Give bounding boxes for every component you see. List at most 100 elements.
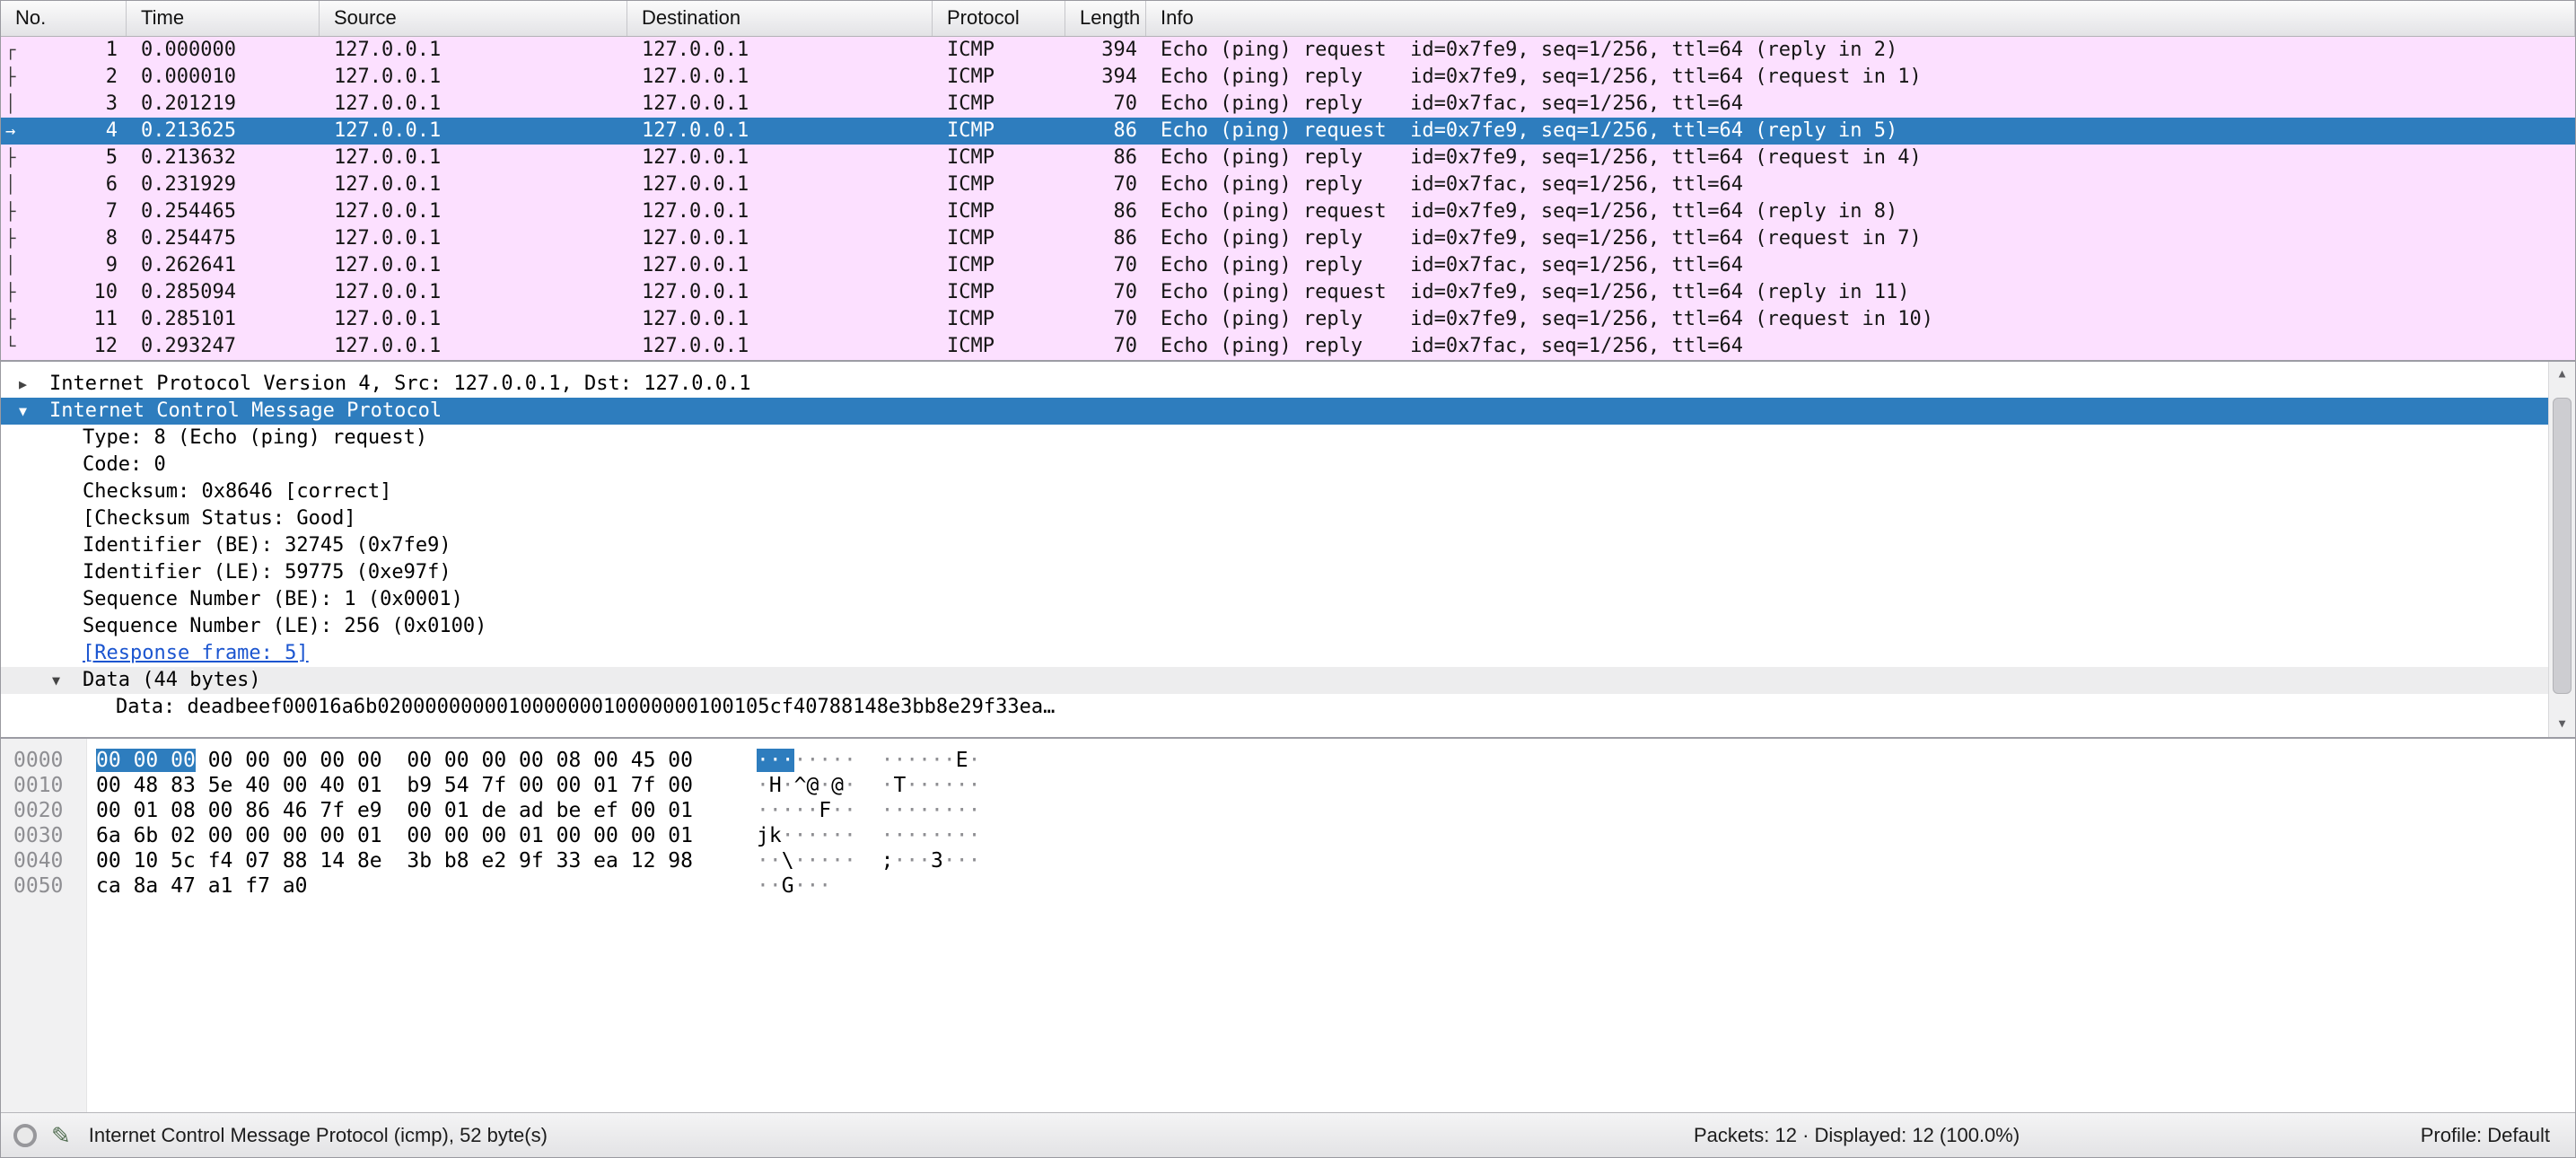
hex-byte[interactable]: 00: [668, 774, 693, 797]
hex-byte[interactable]: 10: [134, 849, 159, 873]
scroll-up-icon[interactable]: ▲: [2549, 362, 2575, 387]
hex-byte[interactable]: 00: [320, 824, 345, 847]
detail-tree-item[interactable]: Sequence Number (LE): 256 (0x0100): [1, 613, 2575, 640]
hex-byte[interactable]: 00: [134, 749, 159, 772]
ascii-column[interactable]: ·····F·· ········: [757, 798, 980, 823]
hex-byte[interactable]: 00: [407, 799, 432, 822]
hex-byte[interactable]: 7f: [481, 774, 506, 797]
hex-byte[interactable]: f7: [245, 874, 270, 898]
hex-byte[interactable]: 00: [481, 749, 506, 772]
detail-tree-item[interactable]: Code: 0: [1, 452, 2575, 478]
hex-byte[interactable]: 5c: [171, 849, 196, 873]
hex-byte[interactable]: 40: [320, 774, 345, 797]
detail-tree-item[interactable]: Checksum: 0x8646 [correct]: [1, 478, 2575, 505]
detail-tree-item[interactable]: Identifier (BE): 32745 (0x7fe9): [1, 532, 2575, 559]
packet-row[interactable]: │90.262641127.0.0.1127.0.0.1ICMP70Echo (…: [1, 252, 2575, 279]
hex-byte[interactable]: 83: [171, 774, 196, 797]
hex-byte[interactable]: 33: [556, 849, 582, 873]
expert-info-icon[interactable]: [13, 1124, 37, 1147]
hex-byte[interactable]: ad: [519, 799, 544, 822]
packet-row[interactable]: │30.201219127.0.0.1127.0.0.1ICMP70Echo (…: [1, 91, 2575, 118]
hex-byte[interactable]: 07: [245, 849, 270, 873]
hex-byte[interactable]: 00: [556, 824, 582, 847]
packet-row[interactable]: ├50.213632127.0.0.1127.0.0.1ICMP86Echo (…: [1, 145, 2575, 171]
column-header-info[interactable]: Info: [1146, 1, 2575, 36]
hex-row[interactable]: 0050ca 8a 47 a1 f7 a0··G···: [1, 873, 2575, 899]
hex-row[interactable]: 000000 00 00 00 00 00 00 00 00 00 00 00 …: [1, 748, 2575, 773]
packet-row[interactable]: ├70.254465127.0.0.1127.0.0.1ICMP86Echo (…: [1, 198, 2575, 225]
packet-row[interactable]: └120.293247127.0.0.1127.0.0.1ICMP70Echo …: [1, 333, 2575, 360]
expanded-expander-icon[interactable]: ▼: [19, 398, 49, 425]
hex-byte[interactable]: 8a: [134, 874, 159, 898]
hex-byte[interactable]: 00: [357, 749, 382, 772]
packet-row[interactable]: ├100.285094127.0.0.1127.0.0.1ICMP70Echo …: [1, 279, 2575, 306]
hex-byte[interactable]: 08: [556, 749, 582, 772]
hex-byte[interactable]: 00: [171, 749, 196, 772]
hex-byte[interactable]: f4: [208, 849, 233, 873]
hex-byte[interactable]: 00: [96, 749, 121, 772]
hex-byte[interactable]: 14: [320, 849, 345, 873]
hex-byte[interactable]: 00: [444, 824, 469, 847]
hex-byte[interactable]: 00: [96, 799, 121, 822]
hex-row[interactable]: 00306a 6b 02 00 00 00 00 01 00 00 00 01 …: [1, 823, 2575, 848]
hex-byte[interactable]: 5e: [208, 774, 233, 797]
hex-byte[interactable]: 7f: [320, 799, 345, 822]
hex-byte[interactable]: 88: [283, 849, 308, 873]
hex-byte[interactable]: de: [481, 799, 506, 822]
ascii-column[interactable]: ··G···: [757, 873, 831, 899]
response-frame-link[interactable]: [Response frame: 5]: [1, 640, 2575, 667]
hex-byte[interactable]: 46: [283, 799, 308, 822]
hex-byte[interactable]: 00: [481, 824, 506, 847]
column-header-length[interactable]: Length: [1065, 1, 1146, 36]
hex-byte[interactable]: 00: [593, 749, 618, 772]
hex-byte[interactable]: 00: [556, 774, 582, 797]
hex-byte[interactable]: 00: [407, 749, 432, 772]
hex-byte[interactable]: 00: [283, 824, 308, 847]
hex-byte[interactable]: 00: [96, 774, 121, 797]
capture-comment-icon[interactable]: ✎: [51, 1124, 71, 1147]
hex-byte[interactable]: 00: [245, 824, 270, 847]
hex-byte[interactable]: e2: [481, 849, 506, 873]
packet-row[interactable]: ├80.254475127.0.0.1127.0.0.1ICMP86Echo (…: [1, 225, 2575, 252]
hex-byte[interactable]: 12: [631, 849, 656, 873]
hex-byte[interactable]: e9: [357, 799, 382, 822]
hex-byte[interactable]: 00: [283, 749, 308, 772]
packet-row[interactable]: ├20.000010127.0.0.1127.0.0.1ICMP394Echo …: [1, 64, 2575, 91]
details-scrollbar[interactable]: ▲ ▼: [2548, 362, 2575, 737]
status-profile[interactable]: Profile: Default: [2421, 1113, 2550, 1158]
ascii-column[interactable]: ··\····· ;···3···: [757, 848, 980, 873]
hex-byte[interactable]: a1: [208, 874, 233, 898]
hex-byte[interactable]: 45: [631, 749, 656, 772]
hex-byte[interactable]: 6b: [134, 824, 159, 847]
hex-byte[interactable]: 01: [357, 824, 382, 847]
hex-byte[interactable]: 6a: [96, 824, 121, 847]
detail-tree-item[interactable]: ▼Internet Control Message Protocol: [1, 398, 2575, 425]
collapsed-expander-icon[interactable]: ▶: [19, 371, 49, 398]
hex-byte[interactable]: a0: [283, 874, 308, 898]
hex-byte[interactable]: 47: [171, 874, 196, 898]
hex-row[interactable]: 001000 48 83 5e 40 00 40 01 b9 54 7f 00 …: [1, 773, 2575, 798]
hex-byte[interactable]: 3b: [407, 849, 432, 873]
scroll-down-icon[interactable]: ▼: [2549, 712, 2575, 737]
column-header-no[interactable]: No.: [1, 1, 127, 36]
detail-tree-item[interactable]: Identifier (LE): 59775 (0xe97f): [1, 559, 2575, 586]
hex-byte[interactable]: 00: [208, 824, 233, 847]
packet-row[interactable]: →40.213625127.0.0.1127.0.0.1ICMP86Echo (…: [1, 118, 2575, 145]
column-header-source[interactable]: Source: [320, 1, 627, 36]
hex-byte[interactable]: 00: [245, 749, 270, 772]
hex-byte[interactable]: 01: [444, 799, 469, 822]
hex-byte[interactable]: 00: [208, 749, 233, 772]
packet-row[interactable]: │60.231929127.0.0.1127.0.0.1ICMP70Echo (…: [1, 171, 2575, 198]
ascii-column[interactable]: jk······ ········: [757, 823, 980, 848]
hex-row[interactable]: 004000 10 5c f4 07 88 14 8e 3b b8 e2 9f …: [1, 848, 2575, 873]
hex-byte[interactable]: 08: [171, 799, 196, 822]
hex-byte[interactable]: 01: [519, 824, 544, 847]
ascii-column[interactable]: ·H·^@·@· ·T······: [757, 773, 980, 798]
detail-tree-item[interactable]: Type: 8 (Echo (ping) request): [1, 425, 2575, 452]
hex-byte[interactable]: 8e: [357, 849, 382, 873]
hex-row[interactable]: 002000 01 08 00 86 46 7f e9 00 01 de ad …: [1, 798, 2575, 823]
hex-byte[interactable]: 40: [245, 774, 270, 797]
hex-byte[interactable]: b8: [444, 849, 469, 873]
hex-byte[interactable]: 01: [668, 824, 693, 847]
hex-byte[interactable]: 9f: [519, 849, 544, 873]
